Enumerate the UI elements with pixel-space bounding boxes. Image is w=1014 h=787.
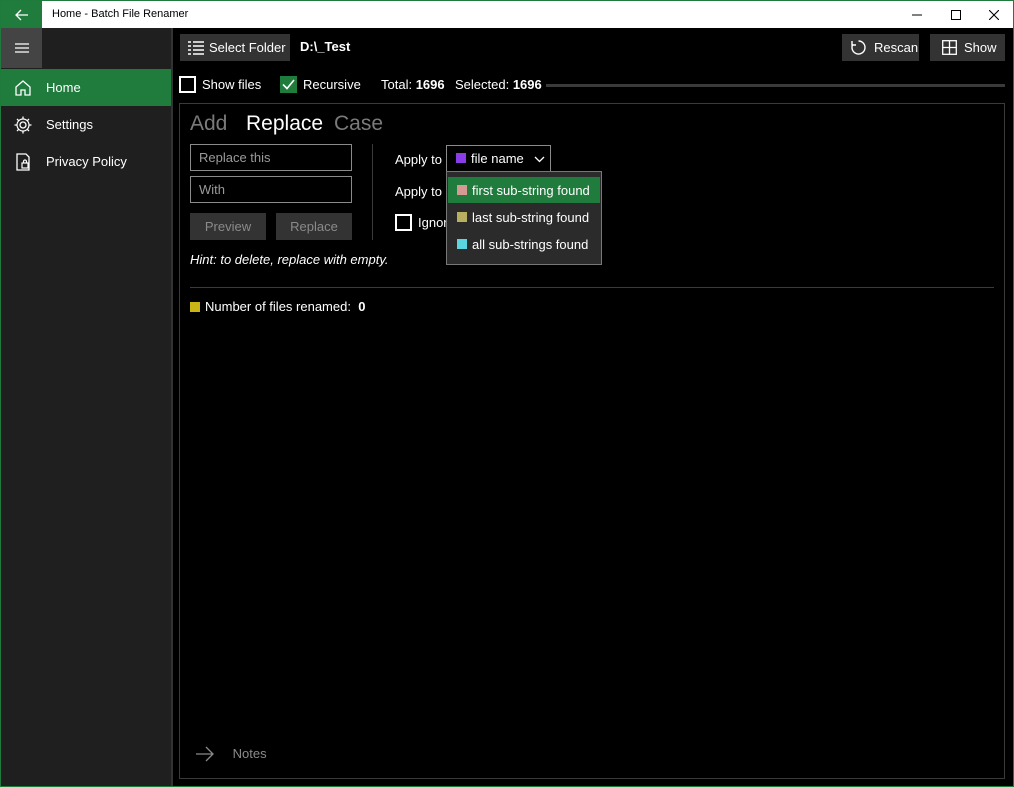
show-files-checkbox[interactable] <box>179 76 196 93</box>
selected-value: 1696 <box>512 77 542 92</box>
sidebar-item-label: Privacy Policy <box>46 154 127 169</box>
folder-path: D:\_Test <box>300 39 351 54</box>
title-bar: Home - Batch File Renamer <box>1 1 1013 28</box>
back-arrow-icon <box>14 9 28 20</box>
sidebar-item-label: Settings <box>46 117 93 132</box>
apply-to-label-2: Apply to <box>395 184 442 199</box>
refresh-icon <box>851 40 866 55</box>
progress-bar <box>546 84 1005 87</box>
minimize-button[interactable] <box>898 1 936 28</box>
privacy-icon <box>16 153 30 171</box>
tab-case[interactable]: Case <box>334 112 383 136</box>
recursive-label: Recursive <box>303 77 361 92</box>
checkmark-icon <box>282 79 295 90</box>
rescan-button[interactable]: Rescan <box>842 34 919 61</box>
with-input[interactable]: With <box>190 176 352 203</box>
notes-label: Notes <box>232 746 267 761</box>
ignore-label: Ignor <box>418 215 448 230</box>
show-button[interactable]: Show <box>930 34 1005 61</box>
file-name-swatch <box>456 153 466 163</box>
files-renamed-value: 0 <box>358 299 366 314</box>
replace-button[interactable]: Replace <box>276 213 352 240</box>
gear-icon <box>14 116 32 134</box>
minimize-icon <box>912 14 922 15</box>
selected-label: Selected: <box>455 77 510 92</box>
grid-icon <box>942 40 957 55</box>
dropdown-option-all[interactable]: all sub-strings found <box>448 231 600 257</box>
files-renamed-counter: Number of files renamed: 0 <box>190 299 365 314</box>
sidebar-item-home[interactable]: Home <box>1 69 171 106</box>
selected-count: Selected: 1696 <box>455 77 542 92</box>
dropdown-option-last[interactable]: last sub-string found <box>448 204 600 230</box>
show-files-label: Show files <box>202 77 262 92</box>
apply-to-value: file name <box>471 151 524 166</box>
show-label: Show <box>964 40 997 55</box>
back-button[interactable] <box>1 1 42 28</box>
select-folder-label: Select Folder <box>209 40 286 55</box>
sidebar-divider <box>171 28 173 786</box>
replace-this-input[interactable]: Replace this <box>190 144 352 171</box>
option-label: last sub-string found <box>472 210 590 225</box>
close-button[interactable] <box>975 1 1013 28</box>
apply-to-label: Apply to <box>395 152 442 167</box>
chevron-down-icon <box>534 156 545 163</box>
first-swatch <box>457 185 467 195</box>
sidebar: Home Settings Privacy Policy <box>1 28 171 786</box>
vertical-divider <box>372 144 373 240</box>
total-label: Total: <box>381 77 413 92</box>
option-label: first sub-string found <box>472 183 590 198</box>
tab-add[interactable]: Add <box>190 112 227 136</box>
maximize-button[interactable] <box>937 1 975 28</box>
select-folder-button[interactable]: Select Folder <box>180 34 290 61</box>
last-swatch <box>457 212 467 222</box>
dropdown-option-first[interactable]: first sub-string found <box>448 177 600 203</box>
arrow-right-icon <box>196 746 214 762</box>
horizontal-divider <box>190 287 994 288</box>
counter-swatch <box>190 302 200 312</box>
sidebar-item-settings[interactable]: Settings <box>1 106 171 143</box>
close-icon <box>989 9 999 20</box>
list-icon <box>188 40 204 55</box>
option-label: all sub-strings found <box>472 237 589 252</box>
hint-text: Hint: to delete, replace with empty. <box>190 252 389 267</box>
home-icon <box>15 80 31 96</box>
apply-to-dropdown[interactable]: file name <box>446 145 551 172</box>
apply-to-dropdown-menu: first sub-string found last sub-string f… <box>446 171 602 265</box>
total-value: 1696 <box>415 77 445 92</box>
sidebar-item-label: Home <box>46 80 81 95</box>
all-swatch <box>457 239 467 249</box>
app-window: Home - Batch File Renamer Home Settings … <box>0 0 1014 787</box>
files-renamed-label: Number of files renamed: <box>205 299 351 314</box>
hamburger-button[interactable] <box>1 28 42 68</box>
hamburger-icon <box>14 43 29 53</box>
preview-button[interactable]: Preview <box>190 213 266 240</box>
rescan-label: Rescan <box>874 40 919 55</box>
notes-toggle[interactable]: Notes <box>195 746 267 762</box>
ignore-checkbox[interactable] <box>395 214 412 231</box>
maximize-icon <box>951 9 961 20</box>
recursive-checkbox[interactable] <box>280 76 297 93</box>
window-title: Home - Batch File Renamer <box>52 8 189 20</box>
sidebar-item-privacy-policy[interactable]: Privacy Policy <box>1 143 171 180</box>
total-count: Total: 1696 <box>381 77 445 92</box>
tab-replace[interactable]: Replace <box>246 112 323 136</box>
